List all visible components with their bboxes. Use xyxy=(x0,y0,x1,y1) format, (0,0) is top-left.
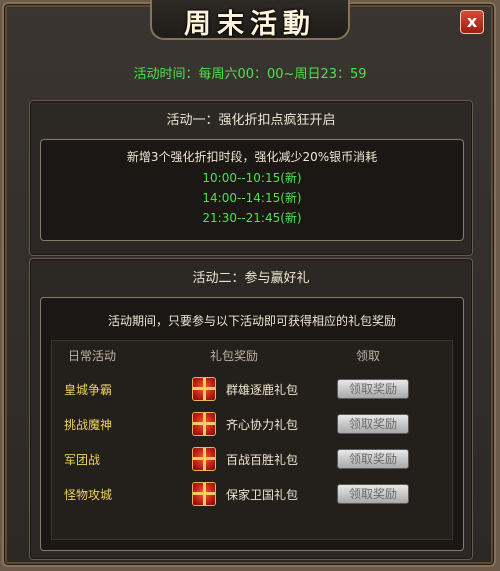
time-slot: 14:00--14:15(新) xyxy=(202,191,302,205)
activity2-description: 活动期间，只要参与以下活动即可获得相应的礼包奖励 xyxy=(107,314,396,328)
activity2-details: 活动期间，只要参与以下活动即可获得相应的礼包奖励 日常活动 礼包奖励 领取 皇城… xyxy=(40,297,464,551)
gift-box-icon xyxy=(192,377,216,401)
claim-reward-button[interactable]: 领取奖励 xyxy=(337,484,409,504)
activity1-title: 活动一：强化折扣点疯狂开启 xyxy=(166,113,336,128)
header-daily: 日常活动 xyxy=(68,349,117,363)
activity1-section: 活动一：强化折扣点疯狂开启 新增3个强化折扣时段，强化减少20%银币消耗 10:… xyxy=(29,100,473,256)
time-slot: 10:00--10:15(新) xyxy=(202,171,302,185)
activity1-description: 新增3个强化折扣时段，强化减少20%银币消耗 xyxy=(126,150,378,164)
claim-reward-button[interactable]: 领取奖励 xyxy=(337,449,409,469)
activity2-title: 活动二：参与赢好礼 xyxy=(192,271,310,286)
gift-box-icon xyxy=(192,412,216,436)
row-activity-name: 怪物攻城 xyxy=(64,488,113,502)
time-slot: 21:30--21:45(新) xyxy=(202,211,302,225)
event-time: 活动时间：每周六00：00~周日23：59 xyxy=(133,67,367,82)
close-button[interactable]: x xyxy=(460,10,484,34)
activity2-section: 活动二：参与赢好礼 活动期间，只要参与以下活动即可获得相应的礼包奖励 日常活动 … xyxy=(29,258,473,560)
gift-box-icon xyxy=(192,482,216,506)
gift-box-icon xyxy=(192,447,216,471)
row-activity-name: 军团战 xyxy=(64,453,101,467)
claim-reward-button[interactable]: 领取奖励 xyxy=(337,379,409,399)
claim-reward-button[interactable]: 领取奖励 xyxy=(337,414,409,434)
activity1-details: 新增3个强化折扣时段，强化减少20%银币消耗 10:00--10:15(新) 1… xyxy=(40,139,464,241)
row-gift-name: 保家卫国礼包 xyxy=(226,488,299,502)
row-activity-name: 皇城争霸 xyxy=(64,383,113,397)
row-activity-name: 挑战魔神 xyxy=(64,418,113,432)
window-title: 周末活動 xyxy=(184,9,316,40)
header-reward: 礼包奖励 xyxy=(210,349,259,363)
row-gift-name: 齐心协力礼包 xyxy=(226,418,299,432)
row-gift-name: 百战百胜礼包 xyxy=(226,453,299,467)
reward-table: 日常活动 礼包奖励 领取 皇城争霸 群雄逐鹿礼包 领取奖励 挑战魔神 齐心协力礼… xyxy=(51,340,453,540)
header-claim: 领取 xyxy=(356,349,381,363)
row-gift-name: 群雄逐鹿礼包 xyxy=(226,383,299,397)
